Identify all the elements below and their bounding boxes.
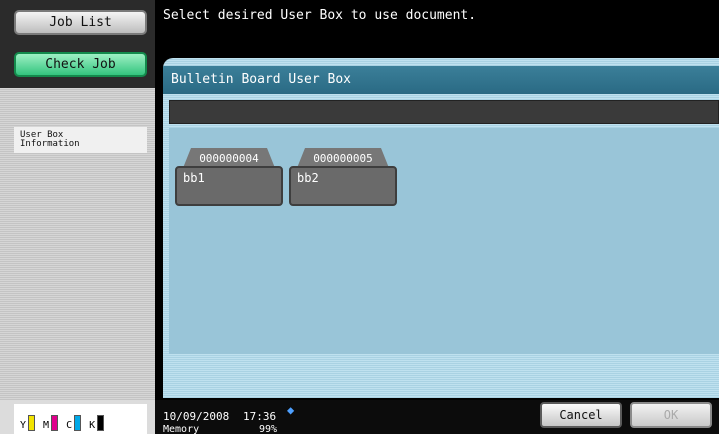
toner-magenta: M [43, 415, 59, 431]
box-number: 000000004 [199, 151, 259, 165]
box-tab: 000000005 [297, 148, 389, 168]
toner-levels: Y M C K [14, 404, 147, 434]
status-time: 17:36 [243, 410, 277, 423]
memory-value: 99% [259, 424, 278, 434]
user-box-item[interactable]: 000000005 bb2 [289, 148, 397, 206]
toner-black: K [89, 415, 105, 431]
check-job-button[interactable]: Check Job [14, 52, 147, 77]
box-tab: 000000004 [183, 148, 275, 168]
box-name: bb1 [183, 171, 205, 185]
box-number: 000000005 [313, 151, 373, 165]
user-box-item[interactable]: 000000004 bb1 [175, 148, 283, 206]
toner-label: K [89, 420, 96, 431]
toner-bar-icon [51, 415, 59, 431]
memory-label: Memory [163, 424, 200, 434]
toner-label: C [66, 420, 73, 431]
box-name: bb2 [297, 171, 319, 185]
toner-label: M [43, 420, 50, 431]
box-name-field[interactable] [169, 100, 719, 124]
toner-bar-icon [74, 415, 82, 431]
box-body: bb1 [175, 166, 283, 206]
box-list-area: 000000004 bb1 000000005 bb2 [169, 128, 719, 354]
left-panel: Job List Check Job User Box Information … [0, 0, 155, 434]
instruction-message: Select desired User Box to use document. [163, 8, 477, 23]
toner-cyan: C [66, 415, 82, 431]
toner-yellow: Y [20, 415, 36, 431]
ok-button[interactable]: OK [630, 402, 712, 428]
cancel-button[interactable]: Cancel [540, 402, 622, 428]
job-list-button[interactable]: Job List [14, 10, 147, 35]
panel-bottom-strip [163, 354, 719, 398]
toner-bar-icon [97, 415, 105, 431]
network-icon: ◆ [287, 403, 295, 417]
status-date: 10/09/2008 [163, 410, 230, 423]
user-box-panel: Bulletin Board User Box 000000004 bb1 00… [163, 58, 719, 398]
user-box-information-tab[interactable]: User Box Information [14, 127, 147, 153]
info-label-line2: Information [20, 139, 80, 149]
main-area: Select desired User Box to use document.… [155, 0, 719, 434]
toner-bar-icon [28, 415, 36, 431]
toner-label: Y [20, 420, 27, 431]
box-body: bb2 [289, 166, 397, 206]
panel-title: Bulletin Board User Box [163, 66, 719, 94]
